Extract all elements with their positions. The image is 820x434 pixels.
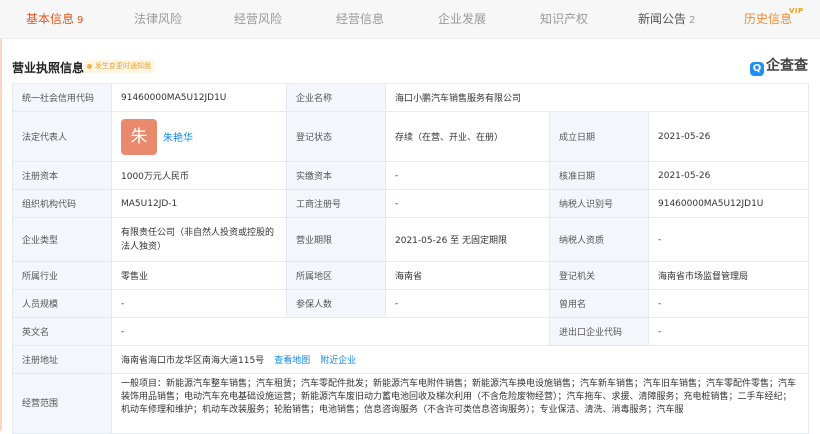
taxpayer-qual-value: - [647,217,810,262]
reg-authority-value: 海南省市场监督管理局 [647,261,810,290]
field-label: 组织机构代码 [12,189,112,218]
tab-label: 新闻公告 [638,12,687,26]
insured-value: - [385,289,550,318]
tab-operation-info[interactable]: 经营信息 [336,0,384,38]
field-label: 营业期限 [286,217,386,262]
logo-text: 企查查 [766,58,808,74]
paid-capital-value: - [385,161,550,190]
industry-value: 零售业 [111,261,287,290]
address-cell: 海南省海口市龙华区南海大道115号 查看地图 附近企业 [110,345,810,374]
field-label: 所属地区 [286,261,386,290]
credit-code-value: 91460000MA5U12JD1U [111,83,287,112]
former-name-value: - [647,289,810,318]
reg-capital-value: 1000万元人民币 [111,161,287,190]
tab-count: 2 [689,15,696,26]
tab-label: 基本信息 [26,12,75,26]
legal-rep-link[interactable]: 朱艳华 [163,133,193,144]
field-label: 参保人数 [286,289,386,318]
business-license-table: 统一社会信用代码 91460000MA5U12JD1U 企业名称 海口小鹏汽车销… [12,83,810,434]
tab-basic-info[interactable]: 基本信息 9 [26,0,83,38]
table-row: 经营范围 一般项目：新能源汽车整车销售；汽车租赁；汽车零配件批发；新能源汽车电附… [12,373,810,434]
tab-label: 经营信息 [336,12,385,26]
table-row: 统一社会信用代码 91460000MA5U12JD1U 企业名称 海口小鹏汽车销… [12,83,810,112]
tab-label: 企业发展 [438,12,487,26]
field-label: 所属行业 [12,261,112,290]
biz-reg-no-value: - [385,189,550,218]
tab-history[interactable]: 历史信息 [744,0,792,38]
table-row: 法定代表人 朱朱艳华 登记状态 存续（在营、开业、在册） 成立日期 2021-0… [12,111,810,162]
field-label: 进出口企业代码 [549,317,649,346]
section-title: 营业执照信息 [12,61,85,75]
company-type-value: 有限责任公司（非自然人投资或控股的法人独资） [111,217,287,262]
reg-status-value: 存续（在营、开业、在册） [385,111,550,162]
field-label: 纳税人识别号 [549,189,649,218]
qichacha-logo: Q 企查查 [750,55,808,76]
approval-date-value: 2021-05-26 [647,161,810,190]
field-label: 注册资本 [12,161,112,190]
tab-label: 知识产权 [540,12,589,26]
field-label: 人员规模 [12,289,112,318]
left-accent-bar [0,0,2,431]
field-label: 法定代表人 [12,111,112,162]
notice-label: 发生变更时通知我 [95,62,151,70]
tab-label: 法律风险 [134,12,183,26]
field-label: 核准日期 [549,161,649,190]
est-date-value: 2021-05-26 [647,111,810,162]
tab-label: 经营风险 [234,12,283,26]
business-scope-value: 一般项目：新能源汽车整车销售；汽车租赁；汽车零配件批发；新能源汽车电附件销售；新… [110,373,810,434]
field-label: 登记状态 [286,111,386,162]
table-row: 英文名 - 进出口企业代码 - [12,317,810,346]
region-value: 海南省 [385,261,550,290]
tab-development[interactable]: 企业发展 [438,0,486,38]
import-export-code-value: - [647,317,810,346]
table-row: 企业类型 有限责任公司（非自然人投资或控股的法人独资） 营业期限 2021-05… [12,217,810,262]
logo-mark-icon: Q [750,62,764,76]
tab-count: 9 [77,15,84,26]
tab-legal-risk[interactable]: 法律风险 [134,0,182,38]
avatar: 朱 [121,118,157,155]
table-row: 注册资本 1000万元人民币 实缴资本 - 核准日期 2021-05-26 [12,161,810,190]
address-value: 海南省海口市龙华区南海大道115号 [121,356,265,366]
field-label: 工商注册号 [286,189,386,218]
field-label: 统一社会信用代码 [12,83,112,112]
field-label: 企业名称 [286,83,386,112]
field-label: 纳税人资质 [549,217,649,262]
vip-badge: VIP [789,7,804,15]
nearby-companies-link[interactable]: 附近企业 [320,356,356,366]
field-label: 实缴资本 [286,161,386,190]
english-name-value: - [111,317,550,346]
tab-intellectual-property[interactable]: 知识产权 [540,0,588,38]
field-label: 登记机关 [549,261,649,290]
bell-icon [87,63,92,69]
org-code-value: MA5U12JD-1 [111,189,287,218]
table-row: 所属行业 零售业 所属地区 海南省 登记机关 海南省市场监督管理局 [12,261,810,290]
field-label: 经营范围 [12,373,112,434]
biz-term-value: 2021-05-26 至 无固定期限 [385,217,550,262]
table-row: 注册地址 海南省海口市龙华区南海大道115号 查看地图 附近企业 [12,345,810,374]
change-notify-button[interactable]: 发生变更时通知我 [84,60,155,73]
tab-label: 历史信息 [744,12,793,26]
field-label: 英文名 [12,317,112,346]
tab-news[interactable]: 新闻公告 2 [638,0,695,38]
field-label: 曾用名 [549,289,649,318]
view-map-link[interactable]: 查看地图 [274,356,310,366]
taxpayer-id-value: 91460000MA5U12JD1U [647,189,810,218]
legal-rep-cell: 朱朱艳华 [111,111,287,162]
field-label: 成立日期 [549,111,649,162]
table-row: 人员规模 - 参保人数 - 曾用名 - [12,289,810,318]
company-name-value: 海口小鹏汽车销售服务有限公司 [384,83,810,112]
staff-size-value: - [111,289,287,318]
tab-operation-risk[interactable]: 经营风险 [234,0,282,38]
tab-bar: 基本信息 9 法律风险 经营风险 经营信息 企业发展 知识产权 新闻公告 2 历史信… [0,0,820,39]
field-label: 注册地址 [12,345,112,374]
table-row: 组织机构代码 MA5U12JD-1 工商注册号 - 纳税人识别号 9146000… [12,189,810,218]
field-label: 企业类型 [12,217,112,262]
